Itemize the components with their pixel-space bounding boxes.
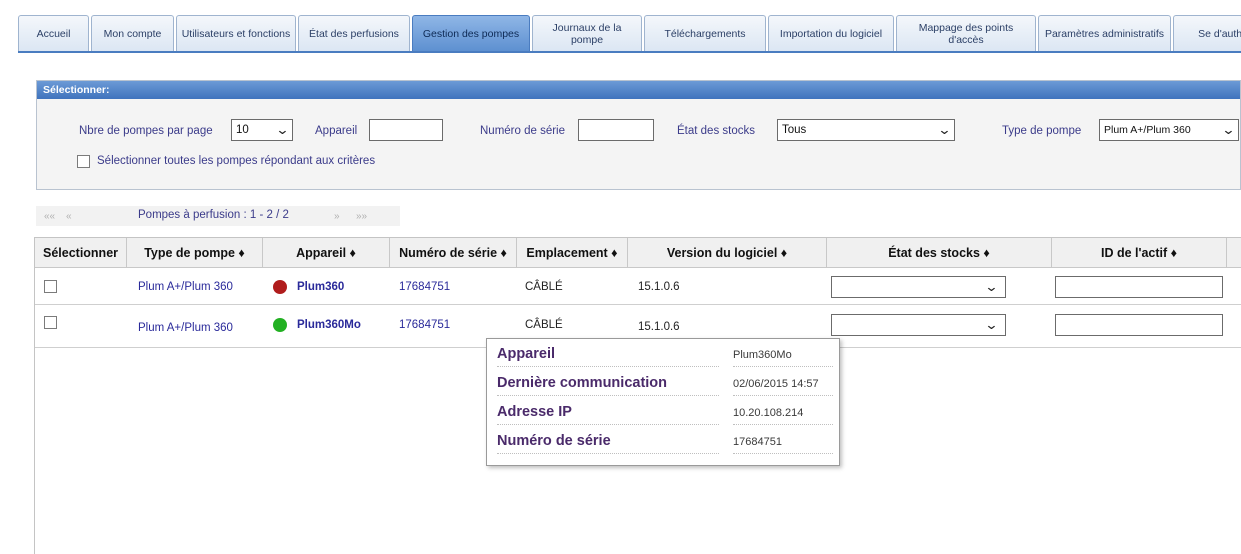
tab-mon-compte[interactable]: Mon compte [91,15,174,51]
tooltip-key: Numéro de série [497,430,719,454]
pump-type-select[interactable]: Plum A+/Plum 360 ⌄ [1099,119,1239,141]
device-cell[interactable]: Plum360Mo [273,307,361,343]
serial-cell: 17684751 [399,281,451,293]
tooltip-row: Adresse IP 10.20.108.214 [497,401,833,427]
device-link[interactable]: Plum360 [297,281,344,293]
version-cell: 15.1.0.6 [638,281,680,293]
tab-journaux-pompe[interactable]: Journaux de la pompe [532,15,642,51]
col-header-stock[interactable]: État des stocks ♦ [827,238,1052,268]
status-dot-icon [273,280,287,294]
tooltip-row: Numéro de série 17684751 [497,430,833,456]
col-header-pump-type[interactable]: Type de pompe ♦ [127,238,263,268]
row-stock-select[interactable]: ⌄ [831,314,1006,336]
select-all-checkbox[interactable] [77,155,90,168]
device-label: Appareil [315,125,358,137]
tab-utilisateurs[interactable]: Utilisateurs et fonctions [176,15,296,51]
tab-accueil[interactable]: Accueil [18,15,89,51]
stock-value: Tous [782,124,807,136]
row-stock-select[interactable]: ⌄ [831,276,1006,298]
col-header-filler [1227,238,1241,268]
last-page-button[interactable]: »» [356,211,367,222]
stock-label: État des stocks [677,125,755,137]
serial-input[interactable] [578,119,654,141]
tab-gestion-pompes[interactable]: Gestion des pompes [412,15,530,51]
tab-parametres-admin[interactable]: Paramètres administratifs [1038,15,1171,51]
stock-select[interactable]: Tous ⌄ [777,119,955,141]
device-link[interactable]: Plum360Mo [297,319,361,331]
location-cell: CÂBLÉ [525,281,563,293]
panel-header: Sélectionner: [37,81,1240,99]
prev-page-button[interactable]: « [66,211,72,222]
tooltip-key: Adresse IP [497,401,719,425]
tooltip-value: 02/06/2015 14:57 [733,372,833,396]
col-header-device[interactable]: Appareil ♦ [263,238,390,268]
per-page-label: Nbre de pompes par page [79,125,213,137]
select-all-label: Sélectionner toutes les pompes répondant… [97,155,376,167]
pump-type-cell: Plum A+/Plum 360 [138,281,233,293]
pump-type-cell: Plum A+/Plum 360 [138,322,233,334]
per-page-select[interactable]: 10 ⌄ [231,119,293,141]
tooltip-row: Appareil Plum360Mo [497,343,833,369]
col-header-serial[interactable]: Numéro de série ♦ [390,238,517,268]
pager-text: Pompes à perfusion : 1 - 2 / 2 [138,209,289,221]
chevron-down-icon: ⌄ [984,279,999,294]
tooltip-value: 10.20.108.214 [733,401,833,425]
col-header-asset-id[interactable]: ID de l'actif ♦ [1052,238,1227,268]
row-checkbox[interactable] [44,316,57,329]
tooltip-value: 17684751 [733,430,833,454]
row-checkbox[interactable] [44,280,57,293]
tab-etat-perfusions[interactable]: État des perfusions [298,15,410,51]
row-asset-id-input[interactable] [1055,276,1223,298]
tab-mappage-points[interactable]: Mappage des points d'accès [896,15,1036,51]
per-page-value: 10 [236,124,249,136]
selection-panel: Sélectionner: Nbre de pompes par page 10… [36,80,1241,190]
col-header-location[interactable]: Emplacement ♦ [517,238,628,268]
tab-telechargements[interactable]: Téléchargements [644,15,766,51]
main-tab-bar: Accueil Mon compte Utilisateurs et fonct… [18,15,1241,53]
tooltip-key: Appareil [497,343,719,367]
next-page-button[interactable]: » [334,211,340,222]
col-header-version[interactable]: Version du logiciel ♦ [628,238,827,268]
chevron-down-icon: ⌄ [1221,122,1236,137]
chevron-down-icon: ⌄ [937,122,952,137]
device-tooltip: Appareil Plum360Mo Dernière communicatio… [486,338,840,466]
tooltip-key: Dernière communication [497,372,719,396]
serial-cell: 17684751 [399,319,451,331]
pump-type-label: Type de pompe [1002,125,1082,137]
chevron-down-icon: ⌄ [275,122,290,137]
col-header-select[interactable]: Sélectionner [35,238,127,268]
pump-type-value: Plum A+/Plum 360 [1104,124,1191,136]
first-page-button[interactable]: «« [44,211,55,222]
tooltip-row: Dernière communication 02/06/2015 14:57 [497,372,833,398]
chevron-down-icon: ⌄ [984,317,999,332]
tab-securite[interactable]: Se d'authe [1173,15,1241,51]
status-dot-icon [273,318,287,332]
table-row: Plum A+/Plum 360 Plum360 17684751 CÂBLÉ … [35,269,1241,305]
tab-importation-logiciel[interactable]: Importation du logiciel [768,15,894,51]
device-cell[interactable]: Plum360 [273,269,344,305]
pager: «« « Pompes à perfusion : 1 - 2 / 2 » »» [36,206,400,226]
row-asset-id-input[interactable] [1055,314,1223,336]
tooltip-value: Plum360Mo [733,343,833,367]
device-input[interactable] [369,119,443,141]
serial-label: Numéro de série [480,125,566,137]
